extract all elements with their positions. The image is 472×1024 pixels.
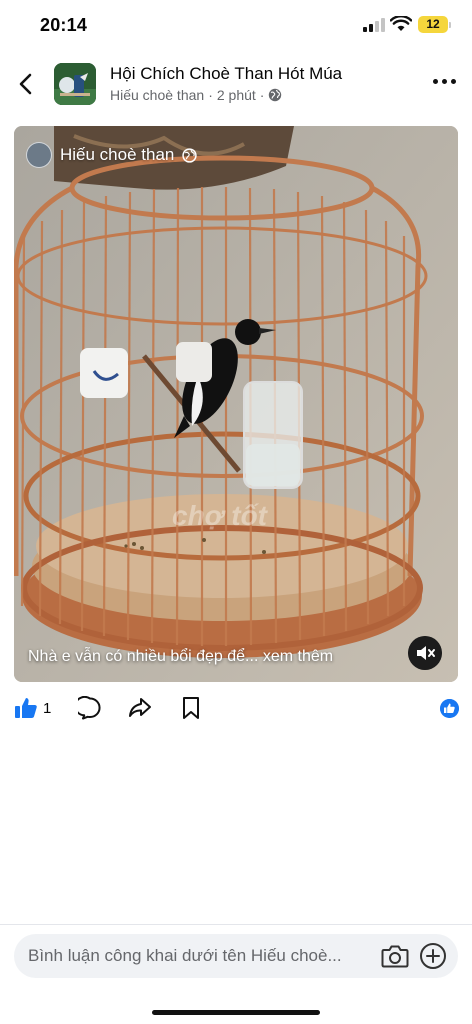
meta-separator: · xyxy=(259,87,265,103)
battery-indicator: 12 xyxy=(418,16,451,33)
wifi-icon xyxy=(390,16,412,31)
author-avatar xyxy=(26,142,52,168)
home-indicator xyxy=(152,1010,320,1015)
group-name[interactable]: Hội Chích Choè Than Hót Múa xyxy=(110,64,342,84)
video-author[interactable]: Hiếu choè than xyxy=(26,142,198,168)
post-time[interactable]: 2 phút xyxy=(217,87,256,103)
birdcage-scene xyxy=(14,126,458,682)
bookmark-icon[interactable] xyxy=(180,696,202,720)
divider xyxy=(0,924,472,925)
post-meta: Hiếu choè than · 2 phút · xyxy=(110,87,282,103)
volume-muted-icon[interactable] xyxy=(408,636,442,670)
video-caption[interactable]: Nhà e vẫn có nhiều bổi đẹp để... xem thê… xyxy=(28,648,333,666)
see-more-link[interactable]: xem thêm xyxy=(263,648,333,665)
meta-separator: · xyxy=(208,87,213,103)
group-avatar[interactable] xyxy=(54,63,96,105)
comment-input-bar[interactable]: Bình luận công khai dưới tên Hiếu choè..… xyxy=(14,934,458,978)
globe-icon xyxy=(269,88,282,102)
like-count[interactable]: 1 xyxy=(43,700,51,717)
status-time: 20:14 xyxy=(40,15,88,35)
cellular-signal-icon xyxy=(363,18,385,32)
thumbs-up-icon[interactable] xyxy=(14,696,38,720)
globe-icon xyxy=(182,147,198,163)
status-bar: 20:14 12 xyxy=(0,0,472,50)
post-actions: 1 xyxy=(0,694,472,724)
camera-icon[interactable] xyxy=(381,943,409,969)
share-arrow-icon[interactable] xyxy=(128,696,152,720)
comment-input[interactable]: Bình luận công khai dưới tên Hiếu choè..… xyxy=(28,946,368,966)
caption-text: Nhà e vẫn có nhiều bổi đẹp để... xyxy=(28,648,259,665)
watermark: chợ tốt xyxy=(172,500,268,531)
plus-circle-icon[interactable] xyxy=(419,942,447,970)
comment-bubble-icon[interactable] xyxy=(78,696,102,720)
author-name[interactable]: Hiếu choè than xyxy=(110,87,204,103)
post-video[interactable]: Hiếu choè than chợ tốt Nhà e vẫn có nhiề… xyxy=(14,126,458,682)
like-reaction-icon[interactable] xyxy=(440,699,459,718)
more-dots-icon[interactable] xyxy=(432,79,456,89)
chevron-left-icon[interactable] xyxy=(12,69,42,99)
post-header: Hội Chích Choè Than Hót Múa Hiếu choè th… xyxy=(0,55,472,115)
video-author-name: Hiếu choè than xyxy=(60,145,175,164)
